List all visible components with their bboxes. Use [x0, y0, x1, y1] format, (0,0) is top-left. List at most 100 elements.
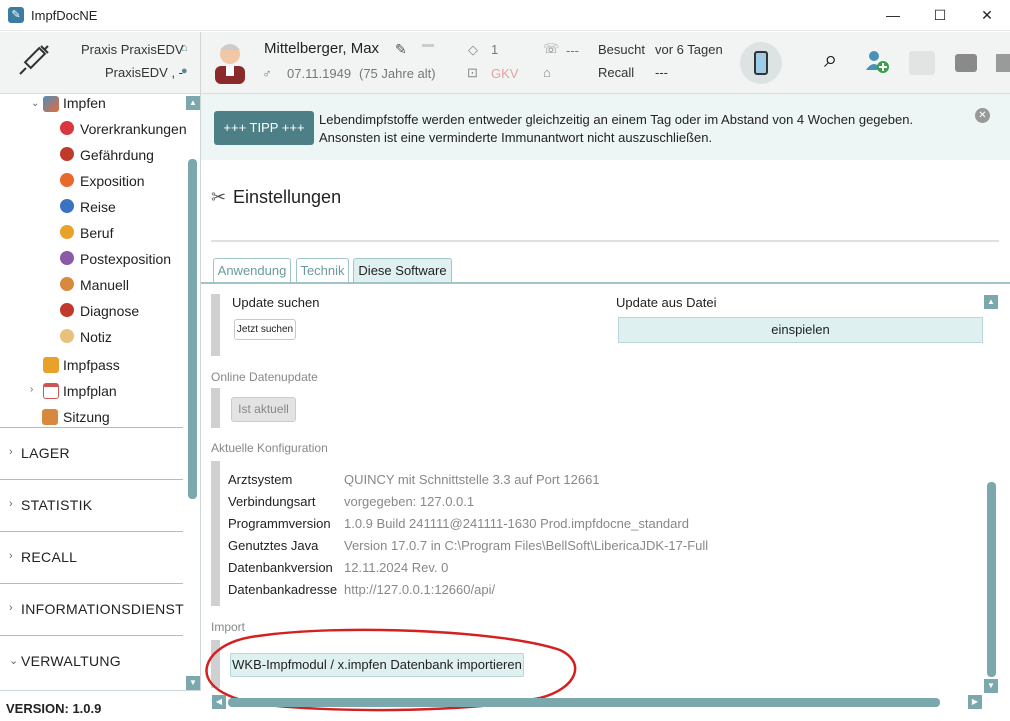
config-value: Version 17.0.7 in C:\Program Files\BellS…	[344, 538, 709, 553]
settings-icon: ✂	[211, 187, 227, 207]
phone-value: ---	[566, 43, 579, 58]
more-icon[interactable]	[996, 54, 1010, 72]
sidebar-item-impfpass[interactable]: Impfpass	[0, 352, 185, 378]
group-bar	[211, 461, 220, 606]
tipp-button[interactable]: +++ TIPP +++	[214, 111, 314, 145]
minimize-button[interactable]: —	[870, 0, 916, 31]
config-value: http://127.0.0.1:12660/api/	[344, 582, 496, 597]
sidebar-section-statistik[interactable]: › STATISTIK	[0, 479, 183, 531]
sidebar-section-informationsdienst[interactable]: › INFORMATIONSDIENST	[0, 583, 185, 635]
sidebar-item-vorerkrankungen[interactable]: Vorerkrankungen	[0, 116, 187, 142]
sidebar-item-beruf[interactable]: Beruf	[0, 220, 185, 246]
category-icon	[60, 329, 74, 343]
sidebar-item-reise[interactable]: Reise	[0, 194, 185, 220]
sidebar-section-label: LAGER	[21, 445, 70, 461]
scroll-down-icon[interactable]: ▼	[186, 676, 200, 690]
category-icon	[60, 277, 74, 291]
edit-icon[interactable]: ✎	[395, 41, 407, 58]
sidebar-scrollbar[interactable]: ▲ ▼	[186, 94, 200, 690]
sidebar-item-notiz[interactable]: Notiz	[0, 324, 185, 350]
scroll-thumb[interactable]	[188, 159, 197, 499]
scroll-up-icon[interactable]: ▲	[984, 295, 998, 309]
search-icon[interactable]: ⌕	[824, 46, 837, 74]
tab-anwendung[interactable]: Anwendung	[213, 258, 291, 282]
sidebar-section-lager[interactable]: › LAGER	[0, 427, 183, 479]
online-label: Online Datenupdate	[211, 370, 318, 384]
config-key: Genutztes Java	[228, 538, 319, 553]
up-to-date-button[interactable]: Ist aktuell	[231, 397, 296, 422]
besucht-label: Besucht	[598, 42, 645, 57]
sidebar-item-impfplan[interactable]: › Impfplan	[0, 378, 185, 404]
update-label: Update suchen	[232, 295, 320, 310]
scroll-right-icon[interactable]: ▶	[968, 695, 982, 709]
sidebar-item-gefährdung[interactable]: Gefährdung	[0, 142, 185, 168]
chevron-down-icon[interactable]: ⌄	[31, 98, 39, 109]
sidebar-item-label: Impfpass	[63, 357, 120, 373]
category-icon	[60, 199, 74, 213]
patient-header: Praxis PraxisEDV ⌂ PraxisEDV , - ● Mitte…	[0, 32, 1010, 94]
syringe-icon	[14, 42, 52, 80]
passport-icon	[43, 357, 59, 373]
tab-diese-software[interactable]: Diese Software	[353, 258, 452, 283]
category-icon	[60, 225, 74, 239]
user-icon[interactable]: ●	[181, 65, 188, 77]
sidebar-item-label: Impfplan	[63, 383, 117, 399]
app-icon: ✎	[8, 7, 24, 23]
sidebar-item-label: Sitzung	[63, 409, 110, 425]
scroll-thumb[interactable]	[987, 482, 996, 677]
sidebar-item-label: Notiz	[80, 329, 112, 345]
scroll-thumb-horizontal[interactable]	[228, 698, 940, 707]
scroll-left-icon[interactable]: ◀	[212, 695, 226, 709]
tag-icon: ◇	[468, 42, 478, 57]
sidebar-item-label: Postexposition	[80, 251, 172, 267]
tipp-text: Lebendimpfstoffe werden entweder gleichz…	[319, 112, 914, 145]
patient-name: Mittelberger, Max	[264, 40, 380, 57]
patient-avatar	[211, 40, 249, 84]
sidebar-section-verwaltung[interactable]: ⌄ VERWALTUNG	[0, 635, 183, 687]
bookmark-icon[interactable]	[422, 44, 434, 47]
chevron-right-icon: ›	[9, 498, 13, 510]
category-icon	[60, 303, 74, 317]
chevron-right-icon: ›	[9, 446, 13, 458]
close-button[interactable]: ✕	[964, 0, 1010, 31]
config-value: 12.11.2024 Rev. 0	[344, 560, 449, 575]
sidebar-item-label: Gefährdung	[80, 147, 154, 163]
besucht-value: vor 6 Tagen	[655, 42, 723, 57]
config-key: Programmversion	[228, 516, 331, 531]
category-icon	[60, 121, 74, 135]
tab-technik[interactable]: Technik	[296, 258, 349, 282]
sidebar-item-label: Beruf	[80, 225, 114, 241]
divider	[200, 32, 201, 94]
phone-icon: ☏	[543, 41, 560, 56]
scroll-up-icon[interactable]: ▲	[186, 96, 200, 110]
add-patient-icon[interactable]	[864, 48, 890, 74]
config-label: Aktuelle Konfiguration	[211, 441, 328, 455]
config-key: Arztsystem	[228, 472, 293, 487]
close-icon[interactable]: ✕	[975, 108, 990, 123]
chevron-down-icon: ⌄	[9, 655, 19, 667]
home-icon[interactable]: ⌂	[181, 42, 188, 54]
sidebar-item-label: Exposition	[80, 173, 145, 189]
check-update-button[interactable]: Jetzt suchen	[234, 319, 296, 340]
sidebar-item-postexposition[interactable]: Postexposition	[0, 246, 185, 272]
install-file-button[interactable]: einspielen	[618, 317, 983, 343]
printer-icon[interactable]	[955, 54, 977, 72]
sidebar-item-exposition[interactable]: Exposition	[0, 168, 185, 194]
tab-underline	[201, 282, 1010, 284]
maximize-button[interactable]: ☐	[917, 0, 963, 31]
chevron-right-icon[interactable]: ›	[30, 384, 33, 395]
phone-device-button[interactable]	[740, 42, 782, 84]
title-bar: ✎ ImpfDocNE — ☐ ✕	[0, 0, 1010, 31]
sidebar-item-diagnose[interactable]: Diagnose	[0, 298, 185, 324]
category-icon	[60, 173, 74, 187]
config-value: vorgegeben: 127.0.0.1	[344, 494, 475, 509]
address-icon: ⌂	[543, 65, 551, 80]
chevron-right-icon: ›	[9, 550, 13, 562]
scroll-down-icon[interactable]: ▼	[984, 679, 998, 693]
sidebar-section-label: INFORMATIONSDIENST	[21, 601, 185, 617]
devices-icon[interactable]	[909, 51, 935, 75]
patient-age: (75 Jahre alt)	[359, 66, 436, 81]
group-bar	[211, 294, 220, 356]
sidebar-item-manuell[interactable]: Manuell	[0, 272, 185, 298]
sidebar-section-recall[interactable]: › RECALL	[0, 531, 183, 583]
